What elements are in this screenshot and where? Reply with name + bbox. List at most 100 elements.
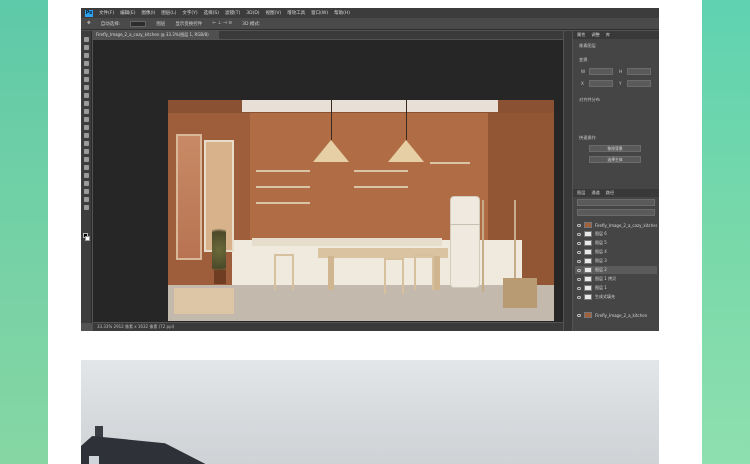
layer-filter-bar[interactable] xyxy=(577,199,655,206)
visibility-eye-icon[interactable] xyxy=(577,268,581,272)
width-field[interactable] xyxy=(589,68,613,75)
menu-select[interactable]: 选择(S) xyxy=(204,10,219,16)
layer-name: Firefly_Image_2_a_cozy_kitchen xyxy=(594,222,658,228)
menu-file[interactable]: 文件(F) xyxy=(99,10,114,16)
layer-row-selected[interactable]: 图层 2 xyxy=(575,266,657,274)
layers-tabs: 图层 通道 路径 xyxy=(573,189,659,197)
zoom-icon[interactable] xyxy=(84,197,89,202)
layer-row[interactable]: 图层 6 xyxy=(575,230,657,238)
eyedropper-icon[interactable] xyxy=(84,85,89,90)
y-label: Y xyxy=(619,81,622,86)
canvas-area[interactable] xyxy=(93,40,563,322)
auto-select-label[interactable]: 自动选择: xyxy=(101,21,121,27)
layer-name: 图层 4 xyxy=(595,249,607,254)
lasso-icon[interactable] xyxy=(84,53,89,58)
frame-icon[interactable] xyxy=(84,77,89,82)
layer-row[interactable]: 图层 1 xyxy=(575,284,657,292)
move-icon[interactable] xyxy=(84,37,89,42)
move-tool-icon[interactable]: ✥ xyxy=(87,21,91,26)
background-color-swatch[interactable] xyxy=(85,236,90,241)
pen-icon[interactable] xyxy=(84,157,89,162)
menu-edit[interactable]: 编辑(E) xyxy=(120,10,135,16)
brush-icon[interactable] xyxy=(84,101,89,106)
magic-wand-icon[interactable] xyxy=(84,61,89,66)
align-label: 对齐并分布 xyxy=(579,97,600,102)
layer-thumbnail xyxy=(583,222,592,228)
eraser-icon[interactable] xyxy=(84,125,89,130)
layer-name: 图层 1 xyxy=(595,285,607,290)
healing-brush-icon[interactable] xyxy=(84,93,89,98)
select-subject-button[interactable]: 选择主体 xyxy=(589,156,641,163)
menu-filter[interactable]: 滤镜(T) xyxy=(225,10,240,16)
visibility-eye-icon[interactable] xyxy=(577,313,581,317)
gradient-icon[interactable] xyxy=(84,133,89,138)
layer-row[interactable]: 图层 3 xyxy=(575,257,657,265)
menu-bar: Ps 文件(F) 编辑(E) 图像(I) 图层(L) 文字(Y) 选择(S) 滤… xyxy=(81,8,659,18)
edit-toolbar-icon[interactable] xyxy=(84,205,89,210)
layer-row[interactable]: 生成式填充 xyxy=(575,293,657,301)
layer-row[interactable]: 图层 4 xyxy=(575,248,657,256)
visibility-eye-icon[interactable] xyxy=(577,277,581,281)
x-label: X xyxy=(581,81,584,86)
visibility-eye-icon[interactable] xyxy=(577,223,581,227)
tab-layers[interactable]: 图层 xyxy=(577,190,585,196)
menu-type[interactable]: 文字(Y) xyxy=(182,10,197,16)
right-panels: 属性 调整 库 像素图层 变换 W H X Y 对齐并分布 快速操作 移除背景 … xyxy=(573,31,659,331)
clone-stamp-icon[interactable] xyxy=(84,109,89,114)
h-label: H xyxy=(619,69,623,74)
height-field[interactable] xyxy=(627,68,651,75)
3d-mode-label: 3D 模式: xyxy=(242,21,261,27)
remove-background-button[interactable]: 移除背景 xyxy=(589,145,641,152)
layer-thumbnail xyxy=(584,285,592,291)
visibility-eye-icon[interactable] xyxy=(577,295,581,299)
visibility-eye-icon[interactable] xyxy=(577,241,581,245)
menu-layer[interactable]: 图层(L) xyxy=(161,10,176,16)
house-window xyxy=(89,456,99,464)
menu-3d[interactable]: 3D(D) xyxy=(246,11,259,16)
tab-adjustments[interactable]: 调整 xyxy=(591,32,599,38)
layer-row[interactable]: 图层 5 xyxy=(575,239,657,247)
history-brush-icon[interactable] xyxy=(84,117,89,122)
marquee-icon[interactable] xyxy=(84,45,89,50)
visibility-eye-icon[interactable] xyxy=(577,232,581,236)
visibility-eye-icon[interactable] xyxy=(577,250,581,254)
pixel-layer-label: 像素图层 xyxy=(579,43,596,48)
path-selection-icon[interactable] xyxy=(84,173,89,178)
type-icon[interactable] xyxy=(84,165,89,170)
layer-option[interactable]: 图层 xyxy=(156,21,165,27)
auto-select-dropdown[interactable] xyxy=(130,20,147,27)
dodge-icon[interactable] xyxy=(84,149,89,154)
layer-row[interactable]: Firefly_Image_2_a_kitchen xyxy=(575,311,657,319)
menu-plugins[interactable]: 增效工具 xyxy=(287,10,305,16)
visibility-eye-icon[interactable] xyxy=(577,259,581,263)
crop-icon[interactable] xyxy=(84,69,89,74)
menu-image[interactable]: 图像(I) xyxy=(141,10,155,16)
x-field[interactable] xyxy=(589,80,613,87)
menu-window[interactable]: 窗口(W) xyxy=(311,10,328,16)
article-page: Ps 文件(F) 编辑(E) 图像(I) 图层(L) 文字(Y) 选择(S) 滤… xyxy=(48,0,702,464)
tab-paths[interactable]: 路径 xyxy=(606,190,614,196)
blur-icon[interactable] xyxy=(84,141,89,146)
align-icons[interactable]: ⊢ ⊥ ⊣ ≡ xyxy=(212,21,232,26)
document-tab[interactable]: Firefly_Image_2_a_cozy_kitchen @ 33.3%(图… xyxy=(93,31,219,39)
show-transform-controls[interactable]: 显示变换控件 xyxy=(175,21,202,27)
tab-properties[interactable]: 属性 xyxy=(577,32,585,38)
panel-icon-strip xyxy=(564,31,572,331)
menu-help[interactable]: 帮助(H) xyxy=(334,10,350,16)
y-field[interactable] xyxy=(627,80,651,87)
document-tabbar: Firefly_Image_2_a_cozy_kitchen @ 33.3%(图… xyxy=(93,31,563,39)
layer-thumbnail xyxy=(584,294,592,300)
menu-view[interactable]: 视图(V) xyxy=(266,10,282,16)
layer-thumbnail xyxy=(584,231,592,237)
layer-thumbnail xyxy=(584,312,592,318)
rectangle-icon[interactable] xyxy=(84,181,89,186)
kitchen-render-image xyxy=(168,100,554,321)
properties-tabs: 属性 调整 库 xyxy=(573,31,659,39)
layer-row[interactable]: 图层 1 拷贝 xyxy=(575,275,657,283)
tab-channels[interactable]: 通道 xyxy=(591,190,599,196)
layer-row[interactable]: Firefly_Image_2_a_cozy_kitchen xyxy=(575,221,657,229)
tab-libraries[interactable]: 库 xyxy=(606,32,610,38)
visibility-eye-icon[interactable] xyxy=(577,286,581,290)
hand-icon[interactable] xyxy=(84,189,89,194)
blend-mode-select[interactable] xyxy=(577,209,655,216)
